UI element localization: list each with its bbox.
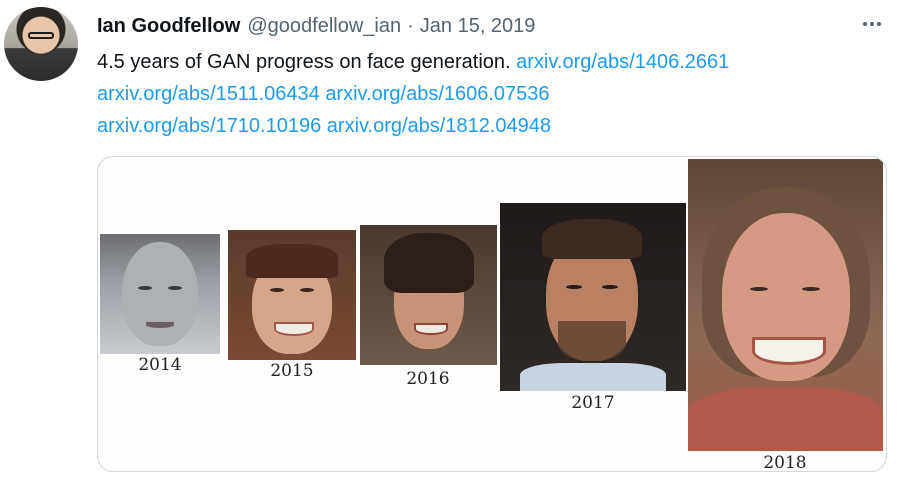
tweet: Ian Goodfellow @goodfellow_ian · Jan 15,…: [0, 0, 910, 484]
year-label-2016: 2016: [406, 369, 450, 389]
face-2016-image: [360, 225, 497, 365]
face-2014-image: [100, 234, 220, 354]
tweet-text: 4.5 years of GAN progress on face genera…: [97, 46, 877, 142]
year-label-2014: 2014: [138, 355, 182, 375]
glasses-detail: [28, 32, 54, 39]
more-horizontal-icon: [877, 22, 881, 26]
face-2018-image: [688, 159, 883, 451]
tweet-text-body: 4.5 years of GAN progress on face genera…: [97, 51, 511, 73]
tweet-date[interactable]: Jan 15, 2019: [420, 15, 536, 38]
separator-dot: ·: [407, 14, 414, 37]
author-name[interactable]: Ian Goodfellow: [97, 15, 240, 38]
link-arxiv-1812[interactable]: arxiv.org/abs/1812.04948: [327, 115, 551, 137]
face-2017-image: [500, 203, 686, 391]
link-arxiv-1710[interactable]: arxiv.org/abs/1710.10196: [97, 115, 321, 137]
link-arxiv-1606[interactable]: arxiv.org/abs/1606.07536: [325, 83, 549, 105]
link-arxiv-1406[interactable]: arxiv.org/abs/1406.2661: [516, 51, 729, 73]
link-arxiv-1511[interactable]: arxiv.org/abs/1511.06434: [97, 83, 320, 105]
author-handle[interactable]: @goodfellow_ian: [247, 15, 401, 38]
year-label-2018: 2018: [763, 453, 807, 472]
face-2015-image: [228, 230, 356, 360]
tweet-media-image[interactable]: 2014 2015 2016 2017 2018: [97, 156, 887, 472]
tweet-header: Ian Goodfellow @goodfellow_ian · Jan 15,…: [97, 12, 535, 40]
more-options-button[interactable]: [855, 12, 889, 36]
more-horizontal-icon: [863, 22, 867, 26]
avatar[interactable]: [4, 7, 78, 81]
year-label-2017: 2017: [571, 393, 615, 413]
year-label-2015: 2015: [270, 361, 314, 381]
more-horizontal-icon: [870, 22, 874, 26]
